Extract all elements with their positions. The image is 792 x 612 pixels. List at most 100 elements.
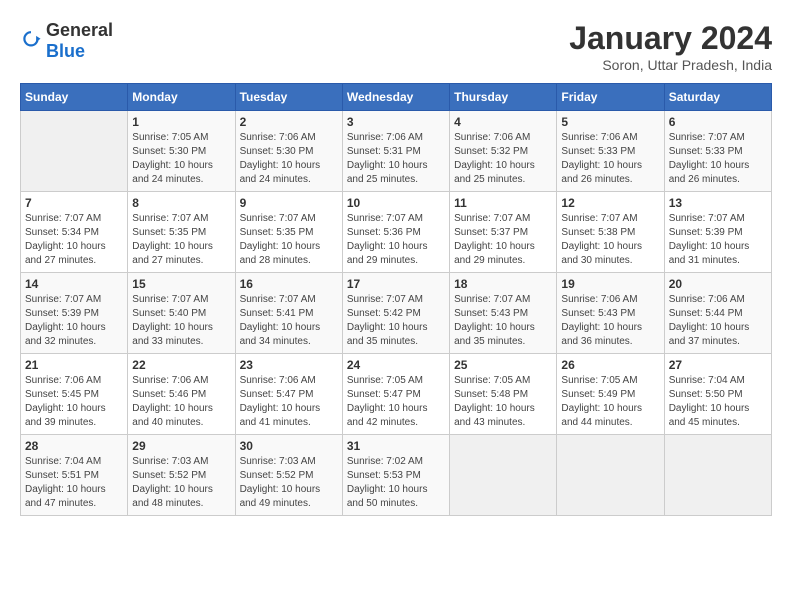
logo: General Blue [20, 20, 113, 62]
day-info: Sunrise: 7:02 AM Sunset: 5:53 PM Dayligh… [347, 455, 445, 511]
day-info: Sunrise: 7:06 AM Sunset: 5:30 PM Dayligh… [240, 131, 338, 187]
day-number: 14 [25, 277, 123, 291]
calendar-cell: 1 Sunrise: 7:05 AM Sunset: 5:30 PM Daylig… [128, 111, 235, 192]
day-number: 26 [561, 358, 659, 372]
day-header-saturday: Saturday [664, 84, 771, 111]
calendar-cell: 26 Sunrise: 7:05 AM Sunset: 5:49 PM Dayli… [557, 354, 664, 435]
day-number: 17 [347, 277, 445, 291]
day-info: Sunrise: 7:07 AM Sunset: 5:42 PM Dayligh… [347, 293, 445, 349]
logo-text: General Blue [46, 20, 113, 62]
calendar-cell: 6Sunrise: 7:07 AM Sunset: 5:33 PM Daylig… [664, 111, 771, 192]
day-number: 7 [25, 196, 123, 210]
day-number: 31 [347, 439, 445, 453]
calendar-cell [21, 111, 128, 192]
day-number: 19 [561, 277, 659, 291]
day-number: 25 [454, 358, 552, 372]
calendar-cell: 16 Sunrise: 7:07 AM Sunset: 5:41 PM Dayli… [235, 273, 342, 354]
day-number: 21 [25, 358, 123, 372]
day-info: Sunrise: 7:07 AM Sunset: 5:35 PM Dayligh… [240, 212, 338, 268]
day-info: Sunrise: 7:07 AM Sunset: 5:41 PM Dayligh… [240, 293, 338, 349]
month-title: January 2024 [569, 20, 772, 57]
calendar-cell: 24 Sunrise: 7:05 AM Sunset: 5:47 PM Dayli… [342, 354, 449, 435]
day-number: 2 [240, 115, 338, 129]
day-info: Sunrise: 7:04 AM Sunset: 5:50 PM Dayligh… [669, 374, 767, 430]
calendar-cell: 15Sunrise: 7:07 AM Sunset: 5:40 PM Dayli… [128, 273, 235, 354]
calendar-cell: 4Sunrise: 7:06 AM Sunset: 5:32 PM Daylig… [450, 111, 557, 192]
day-number: 18 [454, 277, 552, 291]
calendar-cell: 23 Sunrise: 7:06 AM Sunset: 5:47 PM Dayli… [235, 354, 342, 435]
day-info: Sunrise: 7:07 AM Sunset: 5:39 PM Dayligh… [669, 212, 767, 268]
day-info: Sunrise: 7:06 AM Sunset: 5:33 PM Dayligh… [561, 131, 659, 187]
day-number: 3 [347, 115, 445, 129]
day-info: Sunrise: 7:05 AM Sunset: 5:49 PM Dayligh… [561, 374, 659, 430]
calendar-cell: 9Sunrise: 7:07 AM Sunset: 5:35 PM Daylig… [235, 192, 342, 273]
day-info: Sunrise: 7:06 AM Sunset: 5:44 PM Dayligh… [669, 293, 767, 349]
day-header-wednesday: Wednesday [342, 84, 449, 111]
day-number: 29 [132, 439, 230, 453]
day-header-tuesday: Tuesday [235, 84, 342, 111]
calendar-cell: 17 Sunrise: 7:07 AM Sunset: 5:42 PM Dayli… [342, 273, 449, 354]
calendar-cell: 8 Sunrise: 7:07 AM Sunset: 5:35 PM Daylig… [128, 192, 235, 273]
day-number: 30 [240, 439, 338, 453]
day-number: 8 [132, 196, 230, 210]
day-number: 5 [561, 115, 659, 129]
calendar-cell: 11Sunrise: 7:07 AM Sunset: 5:37 PM Dayli… [450, 192, 557, 273]
calendar-cell: 31 Sunrise: 7:02 AM Sunset: 5:53 PM Dayli… [342, 435, 449, 516]
calendar-cell: 3 Sunrise: 7:06 AM Sunset: 5:31 PM Daylig… [342, 111, 449, 192]
calendar-cell: 18 Sunrise: 7:07 AM Sunset: 5:43 PM Dayli… [450, 273, 557, 354]
header-row: SundayMondayTuesdayWednesdayThursdayFrid… [21, 84, 772, 111]
day-header-thursday: Thursday [450, 84, 557, 111]
day-number: 23 [240, 358, 338, 372]
logo-blue: Blue [46, 41, 85, 61]
day-number: 20 [669, 277, 767, 291]
day-info: Sunrise: 7:07 AM Sunset: 5:36 PM Dayligh… [347, 212, 445, 268]
calendar-week-5: 28 Sunrise: 7:04 AM Sunset: 5:51 PM Dayli… [21, 435, 772, 516]
day-info: Sunrise: 7:06 AM Sunset: 5:43 PM Dayligh… [561, 293, 659, 349]
day-number: 16 [240, 277, 338, 291]
day-info: Sunrise: 7:07 AM Sunset: 5:35 PM Dayligh… [132, 212, 230, 268]
day-number: 1 [132, 115, 230, 129]
calendar-cell: 30 Sunrise: 7:03 AM Sunset: 5:52 PM Dayli… [235, 435, 342, 516]
day-number: 11 [454, 196, 552, 210]
day-info: Sunrise: 7:06 AM Sunset: 5:32 PM Dayligh… [454, 131, 552, 187]
day-info: Sunrise: 7:07 AM Sunset: 5:43 PM Dayligh… [454, 293, 552, 349]
calendar-table: SundayMondayTuesdayWednesdayThursdayFrid… [20, 83, 772, 516]
location-subtitle: Soron, Uttar Pradesh, India [569, 57, 772, 73]
calendar-cell [664, 435, 771, 516]
day-number: 13 [669, 196, 767, 210]
calendar-cell: 2 Sunrise: 7:06 AM Sunset: 5:30 PM Daylig… [235, 111, 342, 192]
calendar-week-3: 14 Sunrise: 7:07 AM Sunset: 5:39 PM Dayli… [21, 273, 772, 354]
day-info: Sunrise: 7:07 AM Sunset: 5:39 PM Dayligh… [25, 293, 123, 349]
day-info: Sunrise: 7:07 AM Sunset: 5:40 PM Dayligh… [132, 293, 230, 349]
day-number: 27 [669, 358, 767, 372]
calendar-week-4: 21 Sunrise: 7:06 AM Sunset: 5:45 PM Dayli… [21, 354, 772, 435]
day-number: 12 [561, 196, 659, 210]
day-info: Sunrise: 7:04 AM Sunset: 5:51 PM Dayligh… [25, 455, 123, 511]
calendar-week-2: 7Sunrise: 7:07 AM Sunset: 5:34 PM Daylig… [21, 192, 772, 273]
day-number: 24 [347, 358, 445, 372]
calendar-cell: 27 Sunrise: 7:04 AM Sunset: 5:50 PM Dayli… [664, 354, 771, 435]
day-number: 22 [132, 358, 230, 372]
day-number: 28 [25, 439, 123, 453]
calendar-cell [557, 435, 664, 516]
day-info: Sunrise: 7:03 AM Sunset: 5:52 PM Dayligh… [240, 455, 338, 511]
day-info: Sunrise: 7:06 AM Sunset: 5:46 PM Dayligh… [132, 374, 230, 430]
day-info: Sunrise: 7:05 AM Sunset: 5:47 PM Dayligh… [347, 374, 445, 430]
day-number: 6 [669, 115, 767, 129]
day-header-friday: Friday [557, 84, 664, 111]
day-info: Sunrise: 7:03 AM Sunset: 5:52 PM Dayligh… [132, 455, 230, 511]
calendar-cell: 7Sunrise: 7:07 AM Sunset: 5:34 PM Daylig… [21, 192, 128, 273]
calendar-cell: 22 Sunrise: 7:06 AM Sunset: 5:46 PM Dayli… [128, 354, 235, 435]
day-info: Sunrise: 7:07 AM Sunset: 5:38 PM Dayligh… [561, 212, 659, 268]
calendar-cell: 21 Sunrise: 7:06 AM Sunset: 5:45 PM Dayli… [21, 354, 128, 435]
logo-icon [20, 30, 42, 52]
day-info: Sunrise: 7:05 AM Sunset: 5:30 PM Dayligh… [132, 131, 230, 187]
calendar-cell: 29 Sunrise: 7:03 AM Sunset: 5:52 PM Dayli… [128, 435, 235, 516]
day-info: Sunrise: 7:06 AM Sunset: 5:47 PM Dayligh… [240, 374, 338, 430]
calendar-cell: 25Sunrise: 7:05 AM Sunset: 5:48 PM Dayli… [450, 354, 557, 435]
calendar-cell: 19 Sunrise: 7:06 AM Sunset: 5:43 PM Dayli… [557, 273, 664, 354]
day-info: Sunrise: 7:06 AM Sunset: 5:31 PM Dayligh… [347, 131, 445, 187]
logo-general: General [46, 20, 113, 40]
day-info: Sunrise: 7:06 AM Sunset: 5:45 PM Dayligh… [25, 374, 123, 430]
calendar-cell: 12 Sunrise: 7:07 AM Sunset: 5:38 PM Dayli… [557, 192, 664, 273]
